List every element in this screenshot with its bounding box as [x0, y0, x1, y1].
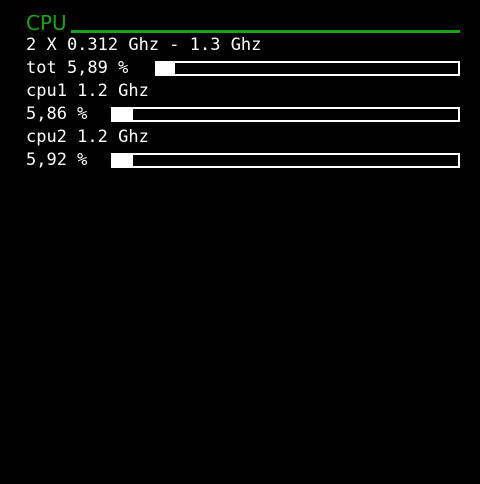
total-usage-label: tot 5,89 % — [26, 58, 129, 78]
cpu1-usage-row: 5,86 % — [26, 103, 460, 126]
cpu2-usage-row: 5,92 % — [26, 149, 460, 172]
cpu1-usage-bar-fill — [113, 109, 134, 120]
total-usage-row: tot 5,89 % — [26, 57, 460, 80]
cpu1-frequency: cpu1 1.2 Ghz — [26, 81, 149, 101]
total-usage-bar-fill — [157, 63, 175, 74]
header-divider — [70, 30, 460, 33]
cpu-frequency-summary: 2 X 0.312 Ghz - 1.3 Ghz — [26, 35, 262, 55]
cpu-header: CPU — [26, 10, 460, 34]
cpu1-usage-label: 5,86 % — [26, 104, 88, 124]
cpu-title: CPU — [26, 11, 67, 35]
cpu1-usage-bar — [111, 107, 460, 122]
total-usage-bar — [155, 61, 460, 76]
cpu2-frequency: cpu2 1.2 Ghz — [26, 127, 149, 147]
cpu-widget: CPU 2 X 0.312 Ghz - 1.3 Ghz tot 5,89 % c… — [26, 10, 460, 172]
cpu2-usage-label: 5,92 % — [26, 150, 88, 170]
cpu2-usage-bar — [111, 153, 460, 168]
cpu2-usage-bar-fill — [113, 155, 134, 166]
